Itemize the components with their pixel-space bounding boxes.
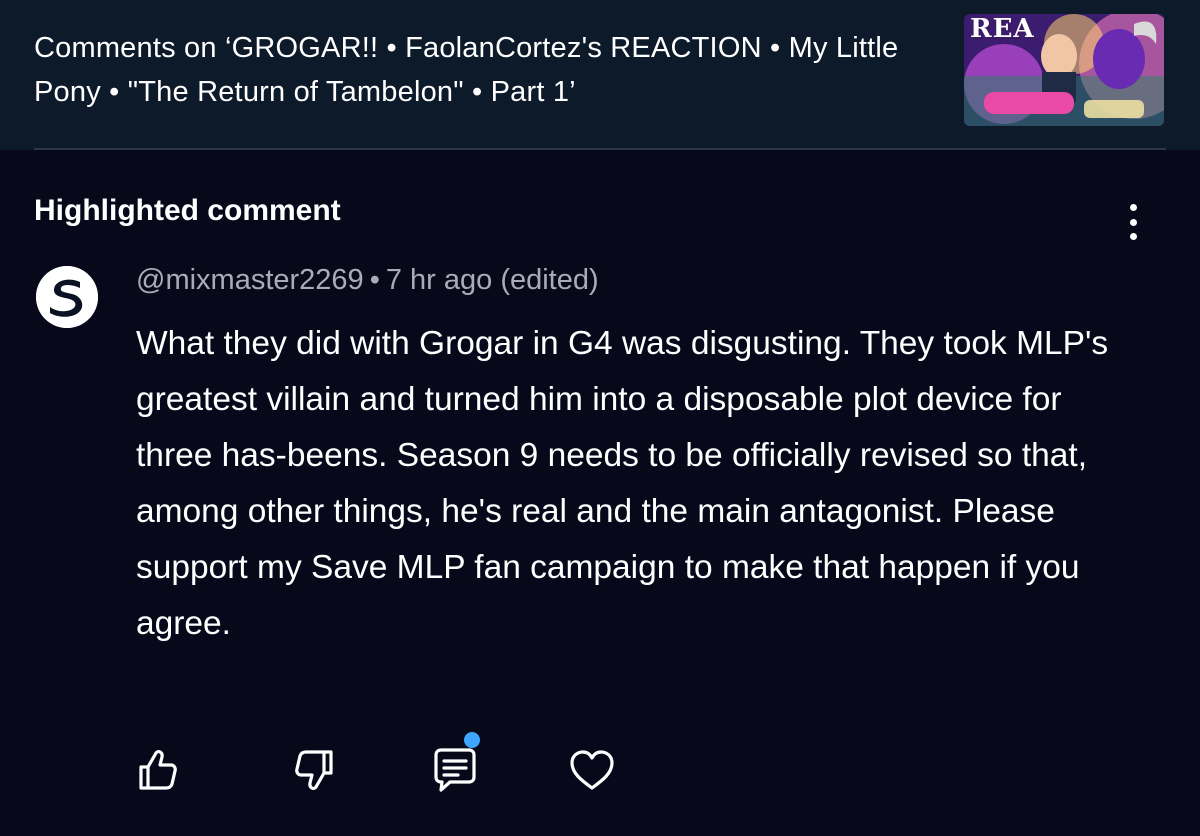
comment-time: 7 hr ago (edited) xyxy=(385,264,599,296)
like-button[interactable] xyxy=(128,740,184,800)
meta-separator: • xyxy=(369,264,380,296)
video-thumbnail[interactable]: REA xyxy=(964,14,1164,126)
heart-icon xyxy=(570,750,614,790)
thumbs-up-icon xyxy=(139,750,177,790)
section-heading: Highlighted comment xyxy=(34,194,341,227)
menu-dot xyxy=(1129,204,1137,211)
notification-badge xyxy=(464,732,480,748)
comment-text: What they did with Grogar in G4 was disg… xyxy=(136,325,1109,642)
more-vertical-icon[interactable] xyxy=(1116,200,1150,244)
channel-logo-icon xyxy=(36,266,98,328)
menu-dot xyxy=(1129,218,1137,226)
dislike-button[interactable] xyxy=(288,740,344,800)
header-divider xyxy=(34,148,1166,150)
header-bar: Comments on ‘GROGAR!! • FaolanCortez's R… xyxy=(0,0,1200,150)
avatar[interactable] xyxy=(36,266,98,328)
thumbnail-text: REA xyxy=(970,14,1035,44)
comment-meta: @mixmaster2269 • 7 hr ago (edited) xyxy=(136,264,599,297)
menu-dot xyxy=(1129,233,1137,240)
comment-icon xyxy=(434,748,476,792)
thumbs-down-icon xyxy=(295,750,333,790)
page-title: Comments on ‘GROGAR!! • FaolanCortez's R… xyxy=(34,32,899,108)
comment-actions xyxy=(0,732,1200,810)
heart-button[interactable] xyxy=(564,740,620,800)
comment-author[interactable]: @mixmaster2269 xyxy=(136,264,364,296)
reply-button[interactable] xyxy=(426,732,482,800)
